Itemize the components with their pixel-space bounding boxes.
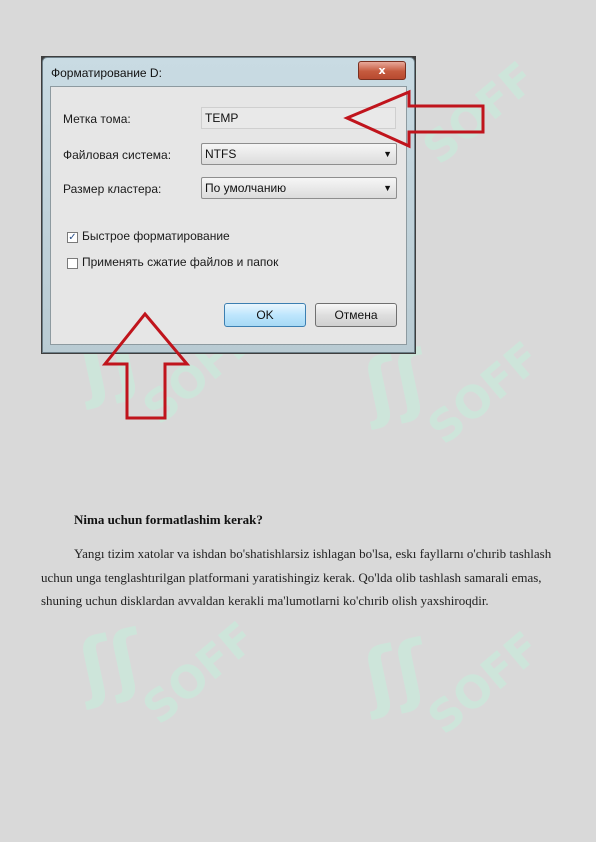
filesystem-value: NTFS (205, 147, 237, 161)
cluster-size-value: По умолчанию (205, 181, 287, 195)
close-button[interactable]: x (358, 61, 406, 80)
filesystem-caption: Файловая система: (63, 148, 172, 162)
body-paragraph: Yangı tizim xatolar va ishdan bo'shatish… (41, 546, 552, 608)
section-heading: Nima uchun formatlashim kerak? (74, 512, 263, 527)
dialog-title: Форматирование D: (51, 66, 162, 80)
watermark-logo-icon: ʃʃ (71, 614, 150, 712)
quick-format-label: Быстрое форматирование (82, 229, 230, 243)
watermark: ʃʃSOFF (356, 622, 551, 745)
compression-label: Применять сжатие файлов и папок (82, 255, 279, 269)
volume-label-caption: Метка тома: (63, 112, 131, 126)
cancel-button[interactable]: Отмена (315, 303, 397, 327)
dropdown-arrow-icon: ▼ (383, 183, 392, 193)
cluster-size-caption: Размер кластера: (63, 182, 162, 196)
watermark: ʃʃSOFF (71, 612, 266, 735)
quick-format-checkbox[interactable]: ✓ (67, 232, 78, 243)
document-page: ʃʃSOFF ʃʃSOFF ʃʃSOFF ʃʃSOFF ʃʃSOFF Форма… (0, 0, 596, 842)
compression-checkbox[interactable] (67, 258, 78, 269)
callout-arrow-up-icon (101, 311, 191, 420)
watermark-logo-icon: ʃʃ (356, 624, 435, 722)
ok-button[interactable]: OK (224, 303, 306, 327)
callout-arrow-left-icon (343, 89, 485, 149)
cluster-size-select[interactable]: По умолчанию ▼ (201, 177, 397, 199)
